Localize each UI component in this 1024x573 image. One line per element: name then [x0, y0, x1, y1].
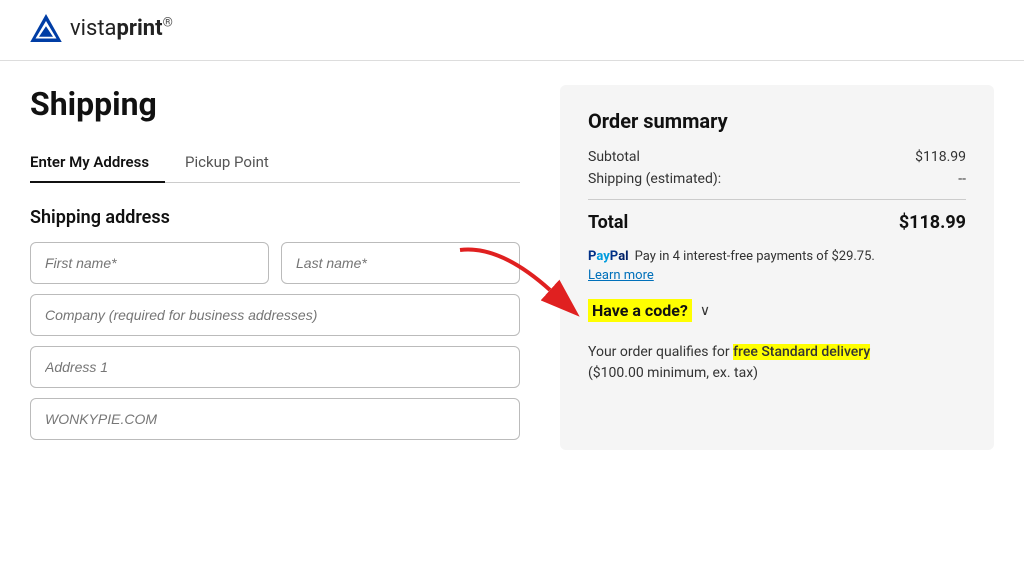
company-row	[30, 294, 520, 336]
order-summary-title: Order summary	[588, 109, 966, 133]
shipping-tabs: Enter My Address Pickup Point	[30, 143, 520, 183]
shipping-row: Shipping (estimated): --	[588, 171, 966, 187]
order-summary-panel: Order summary Subtotal $118.99 Shipping …	[560, 85, 994, 450]
address1-input[interactable]	[30, 346, 520, 388]
free-delivery-prefix: Your order qualifies for	[588, 344, 733, 360]
total-value: $118.99	[899, 212, 966, 233]
shipping-address-title: Shipping address	[30, 207, 520, 228]
summary-divider	[588, 199, 966, 200]
shipping-label: Shipping (estimated):	[588, 171, 721, 187]
last-name-input[interactable]	[281, 242, 520, 284]
free-delivery-note: Your order qualifies for free Standard d…	[588, 342, 966, 384]
logo-text: vistaprint®	[70, 16, 173, 41]
name-row	[30, 242, 520, 284]
address2-row	[30, 398, 520, 440]
paypal-row: PayPal Pay in 4 interest-free payments o…	[588, 249, 966, 264]
first-name-input[interactable]	[30, 242, 269, 284]
address2-input[interactable]	[30, 398, 520, 440]
main-content: Shipping Enter My Address Pickup Point S…	[0, 61, 1024, 474]
page-title: Shipping	[30, 85, 520, 123]
vistaprint-logo-icon	[30, 14, 62, 42]
tab-enter-address[interactable]: Enter My Address	[30, 143, 165, 183]
have-code-label: Have a code?	[588, 299, 692, 322]
company-input[interactable]	[30, 294, 520, 336]
header: vistaprint®	[0, 0, 1024, 61]
address1-row	[30, 346, 520, 388]
subtotal-row: Subtotal $118.99	[588, 149, 966, 165]
logo: vistaprint®	[30, 14, 994, 42]
logo-wordmark: vistaprint®	[70, 15, 173, 40]
free-delivery-suffix: ($100.00 minimum, ex. tax)	[588, 365, 758, 381]
paypal-logo: PayPal	[588, 249, 629, 264]
free-delivery-highlight: free Standard delivery	[733, 344, 870, 360]
paypal-description: Pay in 4 interest-free payments of $29.7…	[635, 249, 875, 264]
shipping-value: --	[958, 171, 966, 187]
paypal-section: PayPal Pay in 4 interest-free payments o…	[588, 249, 966, 283]
have-code-row[interactable]: Have a code? ∨	[588, 299, 966, 322]
subtotal-label: Subtotal	[588, 149, 640, 165]
subtotal-value: $118.99	[915, 149, 966, 165]
left-column: Shipping Enter My Address Pickup Point S…	[30, 85, 520, 450]
tab-pickup-point[interactable]: Pickup Point	[185, 143, 285, 183]
total-label: Total	[588, 212, 628, 233]
learn-more-link[interactable]: Learn more	[588, 268, 654, 283]
chevron-down-icon: ∨	[700, 303, 710, 319]
total-row: Total $118.99	[588, 212, 966, 233]
